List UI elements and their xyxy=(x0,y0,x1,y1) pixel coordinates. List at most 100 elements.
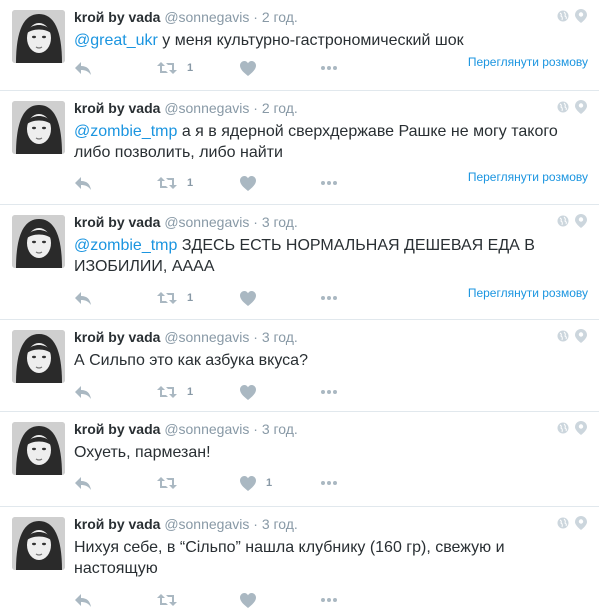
retweet-button[interactable]: 1 xyxy=(157,59,193,77)
globe-icon[interactable] xyxy=(557,517,569,529)
reply-button[interactable] xyxy=(74,174,92,192)
tweet-body: А Сильпо это как азбука вкуса? xyxy=(74,352,308,369)
location-pin-icon[interactable] xyxy=(575,329,587,343)
globe-icon[interactable] xyxy=(557,101,569,113)
globe-icon[interactable] xyxy=(557,10,569,22)
avatar-photo xyxy=(12,330,65,383)
heart-icon xyxy=(240,592,256,608)
separator: · xyxy=(253,516,258,532)
location-pin-icon[interactable] xyxy=(575,214,587,228)
avatar[interactable] xyxy=(12,330,65,383)
tweet-header: kroй by vada @sonnegavis · 3 год. xyxy=(74,515,298,533)
location-pin-icon[interactable] xyxy=(575,421,587,435)
fullname[interactable]: kroй by vada xyxy=(74,329,160,345)
tweet[interactable]: kroй by vada @sonnegavis · 2 год. @zombi… xyxy=(0,91,599,205)
view-conversation-link[interactable]: Переглянути розмову xyxy=(468,55,588,69)
username[interactable]: @sonnegavis xyxy=(164,100,249,116)
mention-link[interactable]: @zombie_tmp xyxy=(74,123,177,140)
avatar[interactable] xyxy=(12,215,65,268)
like-button[interactable] xyxy=(240,59,266,77)
avatar[interactable] xyxy=(12,101,65,154)
more-button[interactable] xyxy=(320,474,338,492)
view-conversation-link[interactable]: Переглянути розмову xyxy=(468,286,588,300)
timestamp[interactable]: 3 год. xyxy=(262,329,298,345)
reply-icon xyxy=(75,386,91,399)
timestamp[interactable]: 3 год. xyxy=(262,421,298,437)
username[interactable]: @sonnegavis xyxy=(164,214,249,230)
reply-button[interactable] xyxy=(74,289,92,307)
username[interactable]: @sonnegavis xyxy=(164,516,249,532)
tweet-timeline: kroй by vada @sonnegavis · 2 год. @great… xyxy=(0,0,599,608)
reply-button[interactable] xyxy=(74,59,92,77)
like-button[interactable]: 1 xyxy=(240,474,272,492)
tweet-header: kroй by vada @sonnegavis · 3 год. xyxy=(74,420,298,438)
location-pin-icon[interactable] xyxy=(575,9,587,23)
like-button[interactable] xyxy=(240,174,266,192)
more-button[interactable] xyxy=(320,383,338,401)
location-pin-icon[interactable] xyxy=(575,516,587,530)
tweet-body: Нихуя себе, в “Сільпо” нашла клубнику (1… xyxy=(74,539,505,577)
tweet[interactable]: kroй by vada @sonnegavis · 3 год. Нихуя … xyxy=(0,507,599,608)
separator: · xyxy=(253,329,258,345)
username[interactable]: @sonnegavis xyxy=(164,329,249,345)
tweet-header: kroй by vada @sonnegavis · 2 год. xyxy=(74,99,298,117)
retweet-icon xyxy=(157,292,177,304)
tweet-text: @zombie_tmp ЗДЕСЬ ЕСТЬ НОРМАЛЬНАЯ ДЕШЕВА… xyxy=(74,235,584,277)
timestamp[interactable]: 2 год. xyxy=(262,9,298,25)
retweet-count: 1 xyxy=(187,386,194,398)
like-button[interactable] xyxy=(240,289,266,307)
username[interactable]: @sonnegavis xyxy=(164,9,249,25)
fullname[interactable]: kroй by vada xyxy=(74,421,160,437)
reply-icon xyxy=(75,62,91,75)
globe-icon[interactable] xyxy=(557,215,569,227)
avatar[interactable] xyxy=(12,10,65,63)
more-button[interactable] xyxy=(320,591,338,609)
fullname[interactable]: kroй by vada xyxy=(74,214,160,230)
globe-icon[interactable] xyxy=(557,330,569,342)
fullname[interactable]: kroй by vada xyxy=(74,100,160,116)
retweet-button[interactable]: 1 xyxy=(157,289,193,307)
mention-link[interactable]: @zombie_tmp xyxy=(74,237,177,254)
tweet[interactable]: kroй by vada @sonnegavis · 2 год. @great… xyxy=(0,0,599,91)
avatar-photo xyxy=(12,10,65,63)
tweet[interactable]: kroй by vada @sonnegavis · 3 год. Охуеть… xyxy=(0,412,599,507)
globe-icon[interactable] xyxy=(557,422,569,434)
tweet-header: kroй by vada @sonnegavis · 2 год. xyxy=(74,8,298,26)
retweet-button[interactable] xyxy=(157,474,187,492)
tweet-actions: 1 xyxy=(74,383,337,401)
like-button[interactable] xyxy=(240,383,266,401)
fullname[interactable]: kroй by vada xyxy=(74,9,160,25)
timestamp[interactable]: 2 год. xyxy=(262,100,298,116)
heart-icon xyxy=(240,175,256,191)
more-button[interactable] xyxy=(320,59,338,77)
tweet[interactable]: kroй by vada @sonnegavis · 3 год. @zombi… xyxy=(0,205,599,320)
reply-icon xyxy=(75,292,91,305)
reply-icon xyxy=(75,177,91,190)
more-icon xyxy=(321,481,337,485)
heart-icon xyxy=(240,384,256,400)
reply-button[interactable] xyxy=(74,591,92,609)
more-button[interactable] xyxy=(320,174,338,192)
view-conversation-link[interactable]: Переглянути розмову xyxy=(468,170,588,184)
reply-button[interactable] xyxy=(74,383,92,401)
avatar[interactable] xyxy=(12,422,65,475)
avatar[interactable] xyxy=(12,517,65,570)
location-pin-icon[interactable] xyxy=(575,100,587,114)
retweet-button[interactable] xyxy=(157,591,187,609)
separator: · xyxy=(253,214,258,230)
retweet-icon xyxy=(157,594,177,606)
reply-button[interactable] xyxy=(74,474,92,492)
mention-link[interactable]: @great_ukr xyxy=(74,32,158,49)
like-button[interactable] xyxy=(240,591,266,609)
retweet-count: 1 xyxy=(187,177,194,189)
tweet-actions: 1 xyxy=(74,289,337,307)
retweet-icon xyxy=(157,177,177,189)
more-button[interactable] xyxy=(320,289,338,307)
retweet-button[interactable]: 1 xyxy=(157,383,193,401)
tweet[interactable]: kroй by vada @sonnegavis · 3 год. А Силь… xyxy=(0,320,599,412)
timestamp[interactable]: 3 год. xyxy=(262,516,298,532)
username[interactable]: @sonnegavis xyxy=(164,421,249,437)
timestamp[interactable]: 3 год. xyxy=(262,214,298,230)
retweet-button[interactable]: 1 xyxy=(157,174,193,192)
fullname[interactable]: kroй by vada xyxy=(74,516,160,532)
